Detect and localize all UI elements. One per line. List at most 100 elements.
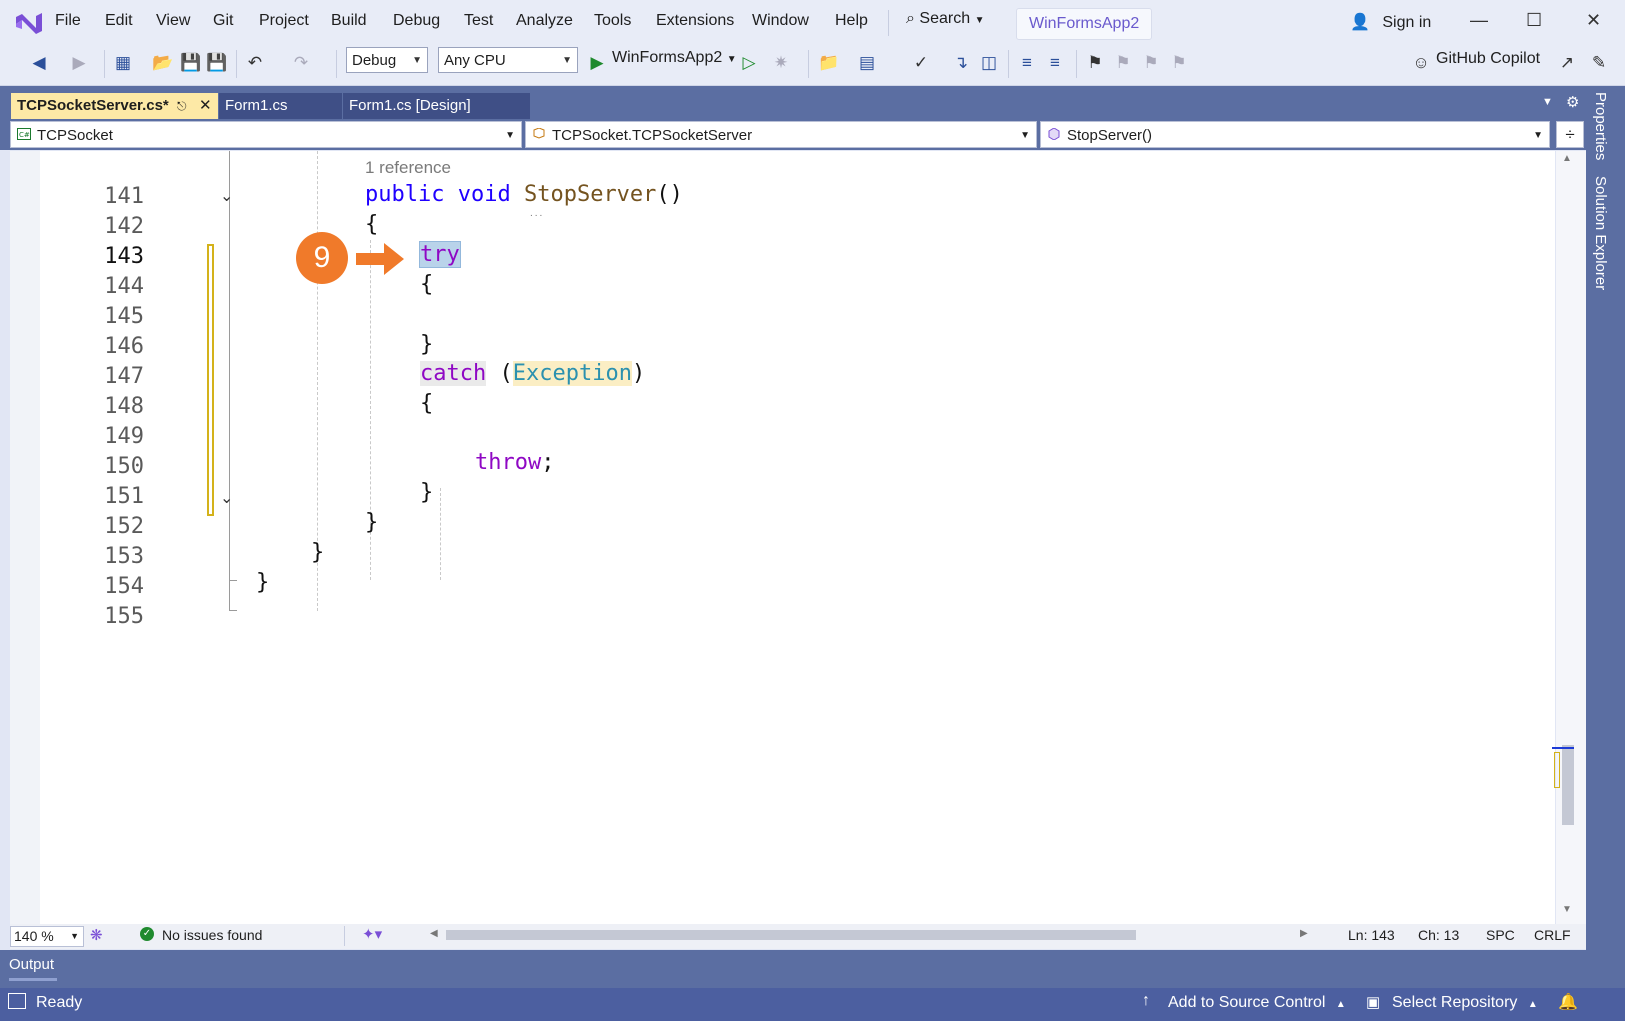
start-debugging-button[interactable]: WinFormsApp2 ▼ [612,49,737,67]
whitespace-indicator[interactable]: SPC [1486,927,1515,943]
feedback-icon[interactable]: ✎ [1588,52,1610,74]
minimize-icon[interactable]: — [1470,10,1488,31]
outdent-icon[interactable]: ≡ [1044,52,1066,74]
navigate-back-icon[interactable]: ◀ [28,52,50,74]
menu-analyze[interactable]: Analyze [516,12,573,30]
code-editor[interactable] [10,151,1555,924]
quick-actions-dots[interactable]: ... [530,208,544,219]
previous-bookmark-icon[interactable]: ⚑ [1112,52,1134,74]
collapse-chevron-icon[interactable]: ⌄ [220,488,233,508]
chevron-down-icon: ▼ [505,130,515,141]
code-line-152[interactable]: } [365,510,378,535]
line-indicator[interactable]: Ln: 143 [1348,927,1395,943]
tab-form1-cs[interactable]: Form1.cs [219,93,342,119]
code-line-148[interactable]: { [420,391,433,416]
line-ending-indicator[interactable]: CRLF [1534,927,1571,943]
indent-icon[interactable]: ≡ [1016,52,1038,74]
split-window-icon[interactable]: ÷ [1556,121,1584,148]
solution-platform-select[interactable]: Any CPU ▼ [438,47,578,73]
menu-build[interactable]: Build [331,12,367,30]
scroll-right-icon[interactable]: ▶ [1300,928,1308,939]
scroll-left-icon[interactable]: ◀ [430,928,438,939]
step-icon[interactable]: ↴ [950,52,972,74]
navigate-forward-icon[interactable]: ▶ [68,52,90,74]
menu-edit[interactable]: Edit [105,12,133,30]
menu-window[interactable]: Window [752,12,809,30]
code-line-143[interactable]: try [419,241,461,268]
save-icon[interactable]: 💾 [180,52,202,74]
menu-debug[interactable]: Debug [393,12,440,30]
code-line-154[interactable]: } [256,570,269,595]
undo-icon[interactable]: ↶ [244,52,266,74]
github-copilot-button[interactable]: GitHub Copilot [1436,50,1540,68]
tab-overflow-chevron-icon[interactable]: ▼ [1542,96,1553,108]
code-cleanup-icon[interactable]: ✦▾ [362,925,382,943]
save-all-icon[interactable]: 💾 [206,52,228,74]
menu-tools[interactable]: Tools [594,12,631,30]
project-nav-select[interactable]: C# TCPSocket ▼ [10,121,522,148]
tab-form1-design[interactable]: Form1.cs [Design] [343,93,530,119]
properties-tab[interactable]: Properties [1592,92,1609,160]
tab-tcpsocketserver[interactable]: TCPSocketServer.cs* ⎋ ✕ [11,93,218,119]
toolbar-separator [236,50,237,78]
horizontal-scrollbar-thumb[interactable] [446,930,1136,940]
sign-in-button[interactable]: 👤 Sign in [1350,12,1431,32]
column-indicator[interactable]: Ch: 13 [1418,927,1459,943]
close-tab-icon[interactable]: ✕ [199,93,212,119]
collapse-chevron-icon[interactable]: ⌄ [220,186,233,206]
settings-gear-icon[interactable]: ⚙ [1566,93,1579,111]
menu-file[interactable]: File [55,12,81,30]
compare-icon[interactable]: ◫ [978,52,1000,74]
open-file-icon[interactable]: 📂 [152,52,174,74]
solution-configuration-select[interactable]: Debug ▼ [346,47,428,73]
notification-message-icon[interactable] [8,993,26,1009]
spell-check-icon[interactable]: ✓ [910,52,932,74]
copilot-icon: ☺ [1412,53,1430,72]
window-layout-icon[interactable]: ▤ [856,52,878,74]
scrollbar-thumb[interactable] [1562,745,1574,825]
solution-explorer-tab[interactable]: Solution Explorer [1592,176,1609,290]
bookmark-icon[interactable]: ⚑ [1084,52,1106,74]
codelens-references[interactable]: 1 reference [365,158,451,178]
close-icon[interactable]: ✕ [1586,10,1601,31]
next-bookmark-icon[interactable]: ⚑ [1140,52,1162,74]
code-line-144[interactable]: { [420,272,433,297]
start-without-debugging-icon[interactable]: ▷ [738,52,760,74]
menu-test[interactable]: Test [464,12,493,30]
clear-bookmarks-icon[interactable]: ⚑ [1168,52,1190,74]
menu-help[interactable]: Help [835,12,868,30]
menu-project[interactable]: Project [259,12,309,30]
hot-reload-icon[interactable]: ✷ [770,52,792,74]
menu-view[interactable]: View [156,12,190,30]
code-line-147[interactable]: catch (Exception) [420,361,645,386]
menu-extensions[interactable]: Extensions [656,12,734,30]
solution-explorer-icon[interactable]: 📁 [818,52,840,74]
scroll-down-icon[interactable]: ▼ [1562,904,1572,915]
menu-git[interactable]: Git [213,12,233,30]
member-nav-select[interactable]: StopServer() ▼ [1040,121,1550,148]
search-button[interactable]: ⌕ Search ▼ [906,10,984,28]
notifications-bell-icon[interactable]: 🔔 [1558,992,1578,1012]
scroll-up-icon[interactable]: ▲ [1562,153,1572,164]
visual-studio-logo-icon[interactable] [14,8,44,36]
type-nav-select[interactable]: TCPSocket.TCPSocketServer ▼ [525,121,1037,148]
editor-glyph-margin[interactable] [10,151,40,924]
start-debugging-icon[interactable]: ▶ [586,52,608,74]
intellicode-icon[interactable]: ❋ [90,926,103,944]
code-line-151[interactable]: } [420,480,433,505]
redo-icon[interactable]: ↷ [290,52,312,74]
code-line-141[interactable]: public void StopServer() [365,182,683,207]
add-to-source-control-button[interactable]: Add to Source Control ▲ [1168,994,1346,1012]
output-tab[interactable]: Output [9,956,54,973]
code-line-146[interactable]: } [420,332,433,357]
code-line-150[interactable]: throw; [475,450,554,475]
code-line-142[interactable]: { [365,212,378,237]
pin-icon[interactable]: ⎋ [177,93,187,119]
maximize-icon[interactable]: ☐ [1526,10,1542,31]
zoom-select[interactable]: 140 % ▼ [10,926,84,947]
new-project-icon[interactable]: ▦ [112,52,134,74]
issues-status[interactable]: No issues found [162,927,262,943]
share-icon[interactable]: ↗ [1556,52,1578,74]
code-line-153[interactable]: } [311,540,324,565]
select-repository-button[interactable]: Select Repository ▲ [1392,994,1538,1012]
